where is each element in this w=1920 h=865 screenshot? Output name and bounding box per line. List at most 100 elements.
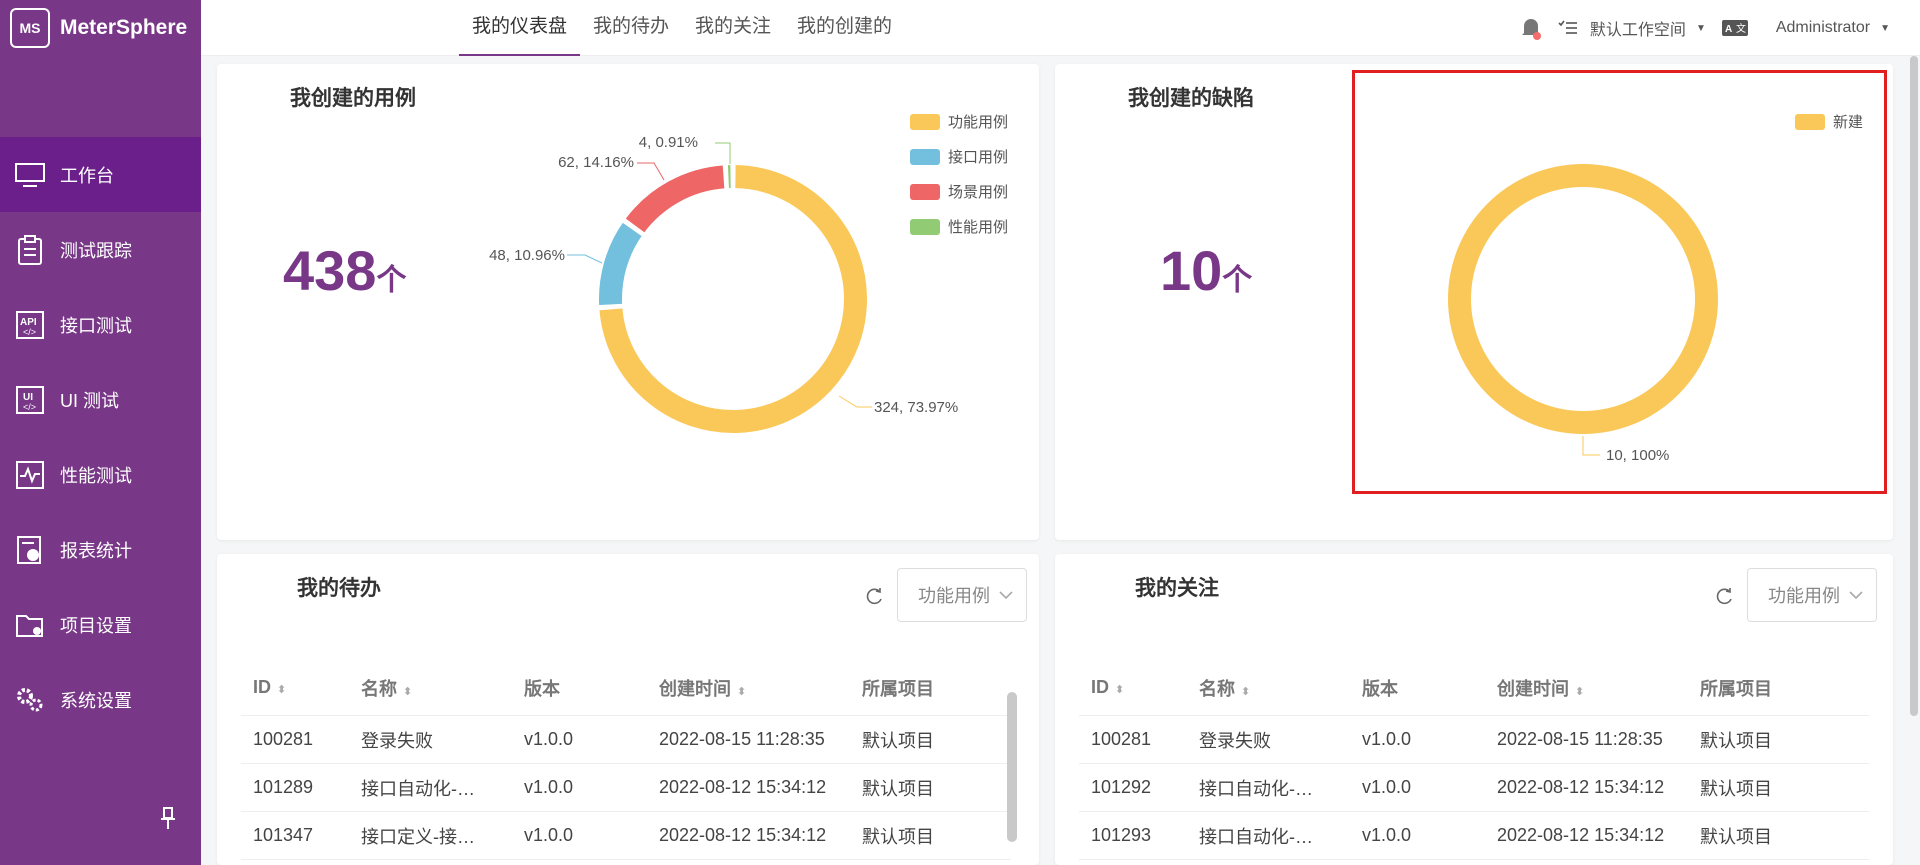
table-cell: 101289 [253, 777, 314, 797]
legend-swatch [910, 148, 940, 165]
label-leader-line [715, 142, 731, 164]
sort-icon[interactable]: ⬍ [403, 686, 412, 698]
user-menu[interactable]: Administrator ▼ [1776, 19, 1890, 37]
sidebar-item-test-track[interactable]: 测试跟踪 [0, 212, 201, 287]
sort-icon[interactable]: ⬍ [1115, 684, 1124, 696]
performance-icon [14, 459, 46, 491]
legend-item[interactable]: 性能用例 [910, 209, 1008, 244]
pin-icon[interactable] [158, 805, 178, 831]
table-cell: 2022-08-12 15:34:12 [659, 825, 827, 845]
table-scrollbar[interactable] [1007, 692, 1017, 842]
legend-item[interactable]: 接口用例 [910, 139, 1008, 174]
legend-item[interactable]: 功能用例 [910, 104, 1008, 139]
cases-card: 我创建的用例 438个 324, 73.97% 48, 10.96% 62, 14.… [217, 64, 1039, 540]
column-header[interactable]: 创建时间 ⬍ [1485, 675, 1688, 701]
column-header[interactable]: ID ⬍ [1079, 677, 1187, 698]
sidebar-item-project-settings[interactable]: 项目设置 [0, 587, 201, 662]
refresh-icon[interactable] [865, 586, 885, 606]
todo-table: ID ⬍ 名称 ⬍ 版本 创建时间 ⬍ 所属项目 100281 登录失败 v1.0.0 2022-08… [241, 660, 1011, 865]
sidebar-item-label: 系统设置 [60, 690, 132, 711]
case-type-select[interactable]: 功能用例 [1747, 568, 1877, 622]
table-cell: 2022-08-12 15:34:12 [1497, 777, 1665, 797]
sidebar-item-ui-test[interactable]: UI </> UI 测试 [0, 362, 201, 437]
ui-test-icon: UI </> [14, 384, 46, 416]
table-row[interactable]: 101292 接口自动化-… v1.0.0 2022-08-12 15:34:12 默认… [1079, 764, 1869, 812]
monitor-icon [14, 159, 46, 191]
api-icon: API </> [14, 309, 46, 341]
column-header[interactable]: 所属项目 [1688, 675, 1858, 701]
folder-settings-icon [14, 609, 46, 641]
sort-icon[interactable]: ⬍ [737, 686, 746, 698]
table-cell: v1.0.0 [524, 729, 574, 749]
language-switch-icon[interactable]: A文 [1721, 20, 1748, 36]
column-header[interactable]: 名称 ⬍ [1187, 675, 1350, 701]
donut-slice[interactable] [597, 220, 644, 308]
table-cell: v1.0.0 [1362, 729, 1412, 749]
column-header[interactable]: 版本 [1350, 675, 1485, 701]
sidebar: MS MeterSphere 工作台 测试跟踪 API </> 接口测试 UI </… [0, 0, 201, 865]
sidebar-item-reports[interactable]: 报表统计 [0, 512, 201, 587]
column-header[interactable]: 名称 ⬍ [349, 675, 512, 701]
sidebar-item-system-settings[interactable]: 系统设置 [0, 662, 201, 737]
table-row[interactable]: 101347 接口定义-接… v1.0.0 2022-08-12 15:34:12 默认… [241, 812, 1011, 860]
workspace-switcher[interactable]: 默认工作空间 ▼ [1558, 16, 1706, 40]
notification-bell-icon[interactable] [1520, 16, 1542, 40]
refresh-icon[interactable] [1715, 586, 1735, 606]
table-cell: 101347 [253, 825, 314, 845]
card-title: 我的待办 [297, 577, 381, 600]
select-value: 功能用例 [1768, 586, 1840, 606]
table-header: ID ⬍ 名称 ⬍ 版本 创建时间 ⬍ 所属项目 [1079, 660, 1869, 716]
table-cell: 默认项目 [1700, 730, 1772, 751]
defects-card: 我创建的缺陷 10个 10, 100% 新建 [1055, 64, 1893, 540]
table-cell: 2022-08-15 11:28:35 [1497, 729, 1663, 749]
table-row[interactable]: 101244切换到测试用…v1.0.02022-08-12 15:34:12默认… [1079, 860, 1869, 865]
column-header[interactable]: ID ⬍ [241, 677, 349, 698]
table-cell: 2022-08-12 15:34:12 [659, 777, 827, 797]
case-type-select[interactable]: 功能用例 [897, 568, 1027, 622]
donut-slice[interactable] [725, 163, 733, 191]
table-cell: 100281 [1091, 729, 1152, 749]
sidebar-item-label: 测试跟踪 [60, 240, 132, 261]
sort-icon[interactable]: ⬍ [1575, 686, 1584, 698]
page-scrollbar[interactable] [1908, 56, 1920, 865]
tab-my-dashboard[interactable]: 我的仪表盘 [459, 0, 581, 56]
column-header[interactable]: 版本 [512, 675, 647, 701]
gears-icon [14, 684, 46, 716]
sort-icon[interactable]: ⬍ [277, 684, 286, 696]
table-cell: 默认项目 [862, 730, 934, 751]
sidebar-item-performance-test[interactable]: 性能测试 [0, 437, 201, 512]
column-header[interactable]: 创建时间 ⬍ [647, 675, 850, 701]
todo-card: 我的待办 功能用例 ID ⬍ 名称 ⬍ 版本 创建时间 ⬍ 所属项目 100281 登录失败 v1.… [217, 554, 1039, 865]
table-row[interactable]: 101293 接口自动化-… v1.0.0 2022-08-12 15:34:12 默认… [1079, 812, 1869, 860]
sidebar-item-api-test[interactable]: API </> 接口测试 [0, 287, 201, 362]
table-cell: 2022-08-15 11:28:35 [659, 729, 825, 749]
column-header-label: 版本 [1362, 678, 1398, 699]
tab-my-follow[interactable]: 我的关注 [682, 0, 784, 56]
sidebar-item-workbench[interactable]: 工作台 [0, 137, 201, 212]
card-title: 我的关注 [1135, 577, 1219, 600]
table-cell: 默认项目 [1700, 826, 1772, 847]
tab-my-created[interactable]: 我的创建的 [784, 0, 905, 56]
table-cell: 101292 [1091, 777, 1152, 797]
table-row[interactable]: 101289 接口自动化-… v1.0.0 2022-08-12 15:34:12 默认… [241, 764, 1011, 812]
column-header-label: 创建时间 [659, 678, 731, 699]
top-bar: 我的仪表盘 我的待办 我的关注 我的创建的 默认工作空间 ▼ A文 Admini… [201, 0, 1920, 56]
tab-my-todo[interactable]: 我的待办 [580, 0, 682, 56]
legend-swatch [910, 113, 940, 130]
column-header[interactable]: 所属项目 [850, 675, 1000, 701]
table-row[interactable]: 100281 登录失败 v1.0.0 2022-08-15 11:28:35 默认项目 [241, 716, 1011, 764]
column-header-label: 名称 [361, 678, 397, 699]
table-row[interactable]: 100281 登录失败 v1.0.0 2022-08-15 11:28:35 默认项目 [1079, 716, 1869, 764]
slice-label: 324, 73.97% [874, 399, 958, 416]
donut-slice[interactable] [623, 163, 727, 235]
sort-icon[interactable]: ⬍ [1241, 686, 1250, 698]
follow-card: 我的关注 功能用例 ID ⬍ 名称 ⬍ 版本 创建时间 ⬍ 所属项目 100281 登录失败 v1.… [1055, 554, 1893, 865]
logo[interactable]: MS MeterSphere [0, 0, 201, 56]
label-leader-line [637, 162, 665, 181]
logo-letters: MS [19, 20, 41, 36]
legend-item[interactable]: 场景用例 [910, 174, 1008, 209]
page-scrollbar-thumb[interactable] [1910, 56, 1918, 716]
slice-label: 4, 0.91% [639, 134, 698, 151]
table-row[interactable]: 101331创建接口-清…v1.0.02022-08-12 15:34:12默认… [241, 860, 1011, 865]
table-cell: 接口定义-接… [361, 826, 475, 847]
